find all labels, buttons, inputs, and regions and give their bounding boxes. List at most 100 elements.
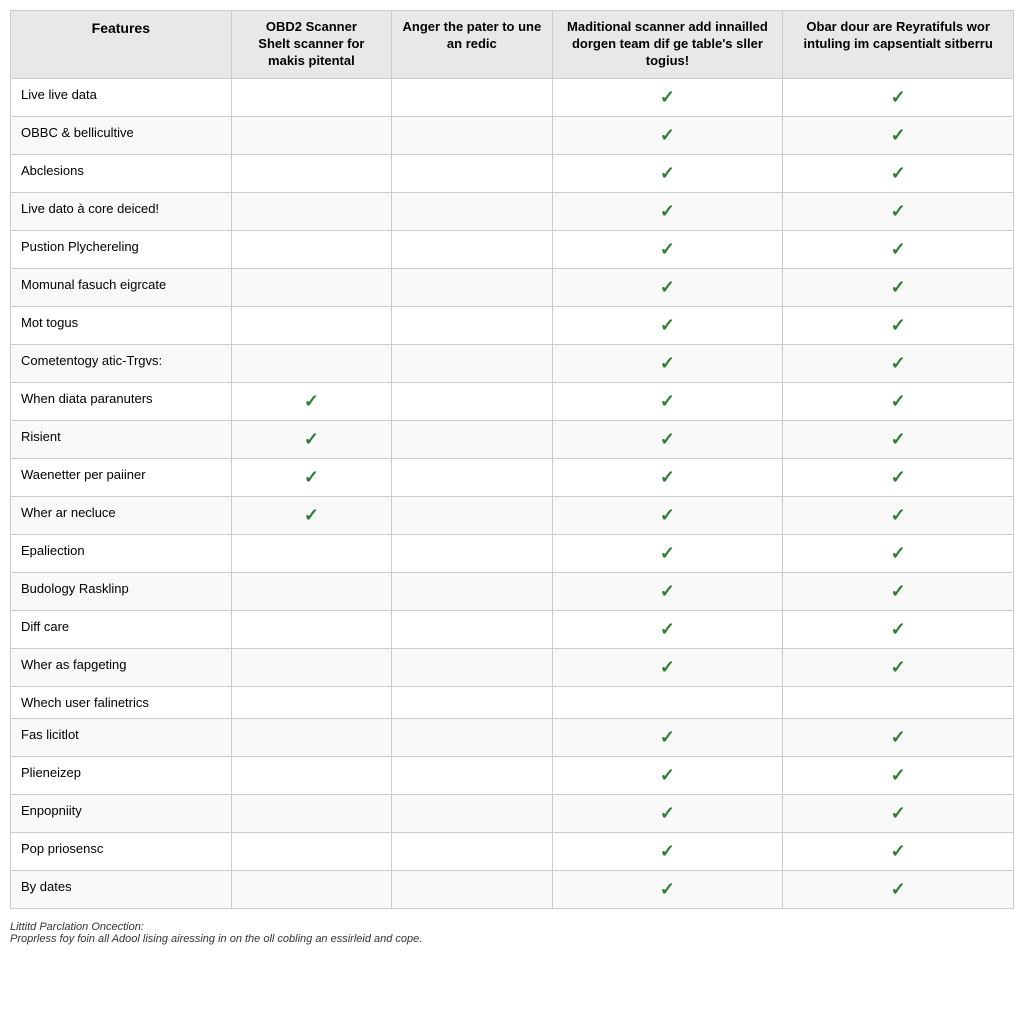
table-row: Enpopniity✓✓: [11, 794, 1014, 832]
check-icon: ✓: [793, 879, 1003, 900]
feature-label: Cometentogy atic-Trgvs:: [11, 344, 232, 382]
feature-value-col3: [392, 648, 552, 686]
feature-value-col2: [231, 344, 391, 382]
table-row: Diff care✓✓: [11, 610, 1014, 648]
feature-value-col5: [783, 686, 1014, 718]
feature-value-col2: [231, 268, 391, 306]
feature-label: When diata paranuters: [11, 382, 232, 420]
feature-value-col5: ✓: [783, 870, 1014, 908]
feature-label: Waenetter per paiiner: [11, 458, 232, 496]
feature-value-col2: [231, 154, 391, 192]
check-icon: ✓: [563, 619, 773, 640]
feature-value-col4: [552, 686, 783, 718]
check-icon: ✓: [793, 505, 1003, 526]
feature-label: By dates: [11, 870, 232, 908]
check-icon: ✓: [563, 391, 773, 412]
table-row: When diata paranuters✓✓✓: [11, 382, 1014, 420]
feature-value-col5: ✓: [783, 154, 1014, 192]
check-icon: ✓: [793, 657, 1003, 678]
feature-value-col4: ✓: [552, 268, 783, 306]
check-icon: ✓: [563, 581, 773, 602]
feature-value-col4: ✓: [552, 870, 783, 908]
feature-value-col3: [392, 794, 552, 832]
check-icon: ✓: [563, 879, 773, 900]
table-row: Budology Rasklinp ✓ ✓: [11, 572, 1014, 610]
check-icon: ✓: [793, 841, 1003, 862]
feature-value-col4: ✓: [552, 832, 783, 870]
feature-value-col5: ✓: [783, 572, 1014, 610]
feature-value-col4: ✓: [552, 496, 783, 534]
feature-value-col4: ✓: [552, 794, 783, 832]
feature-label: Risient: [11, 420, 232, 458]
feature-value-col3: [392, 458, 552, 496]
feature-value-col2: [231, 832, 391, 870]
feature-value-col5: ✓: [783, 794, 1014, 832]
table-row: Mot togus ✓ ✓: [11, 306, 1014, 344]
check-icon: ✓: [563, 125, 773, 146]
feature-value-col4: ✓: [552, 458, 783, 496]
feature-value-col2: ✓: [231, 382, 391, 420]
feature-value-col3: [392, 306, 552, 344]
check-icon: ✓: [793, 803, 1003, 824]
feature-value-col3: [392, 686, 552, 718]
feature-label: Pustion Plychereling: [11, 230, 232, 268]
feature-value-col2: [231, 230, 391, 268]
feature-label: Budology Rasklinp: [11, 572, 232, 610]
check-icon: ✓: [563, 429, 773, 450]
table-row: Wher as fapgeting✓✓: [11, 648, 1014, 686]
feature-value-col4: ✓: [552, 756, 783, 794]
check-icon: ✓: [563, 543, 773, 564]
header-row: Features OBD2 ScannerShelt scanner for m…: [11, 11, 1014, 79]
feature-value-col2: ✓: [231, 496, 391, 534]
feature-value-col2: [231, 870, 391, 908]
feature-value-col5: ✓: [783, 648, 1014, 686]
feature-value-col2: [231, 192, 391, 230]
feature-value-col4: ✓: [552, 572, 783, 610]
footer-note: Littitd Parclation Oncection: Proprless …: [10, 921, 1014, 945]
check-icon: ✓: [793, 201, 1003, 222]
feature-value-col2: [231, 718, 391, 756]
feature-value-col3: [392, 496, 552, 534]
header-col2: OBD2 ScannerShelt scanner for makis pite…: [231, 11, 391, 79]
feature-value-col4: ✓: [552, 718, 783, 756]
feature-value-col4: ✓: [552, 344, 783, 382]
feature-value-col2: [231, 610, 391, 648]
feature-value-col3: [392, 572, 552, 610]
feature-value-col5: ✓: [783, 230, 1014, 268]
feature-value-col5: ✓: [783, 116, 1014, 154]
feature-label: Pop priosensc: [11, 832, 232, 870]
check-icon: ✓: [793, 429, 1003, 450]
check-icon: ✓: [563, 277, 773, 298]
table-row: Plieneizep✓✓: [11, 756, 1014, 794]
feature-value-col2: [231, 534, 391, 572]
feature-value-col2: [231, 306, 391, 344]
header-features: Features: [11, 11, 232, 79]
feature-value-col5: ✓: [783, 344, 1014, 382]
check-icon: ✓: [563, 803, 773, 824]
check-icon: ✓: [793, 581, 1003, 602]
table-row: By dates ✓ ✓: [11, 870, 1014, 908]
check-icon: ✓: [793, 353, 1003, 374]
check-icon: ✓: [563, 841, 773, 862]
feature-value-col2: [231, 78, 391, 116]
feature-value-col5: ✓: [783, 382, 1014, 420]
feature-label: Mot togus: [11, 306, 232, 344]
check-icon: ✓: [563, 505, 773, 526]
feature-value-col4: ✓: [552, 306, 783, 344]
table-row: Pop priosensc ✓ ✓: [11, 832, 1014, 870]
feature-value-col5: ✓: [783, 78, 1014, 116]
feature-value-col5: ✓: [783, 534, 1014, 572]
feature-value-col4: ✓: [552, 78, 783, 116]
feature-label: OBBC & bellicultive: [11, 116, 232, 154]
feature-value-col3: [392, 344, 552, 382]
feature-value-col4: ✓: [552, 230, 783, 268]
check-icon: ✓: [793, 163, 1003, 184]
feature-label: Momunal fasuch eigrcate: [11, 268, 232, 306]
table-row: OBBC & bellicultive ✓ ✓: [11, 116, 1014, 154]
check-icon: ✓: [563, 657, 773, 678]
check-icon: ✓: [793, 315, 1003, 336]
feature-value-col3: [392, 718, 552, 756]
feature-label: Whech user falinetrics: [11, 686, 232, 718]
check-icon: ✓: [563, 353, 773, 374]
feature-label: Fas licitlot: [11, 718, 232, 756]
